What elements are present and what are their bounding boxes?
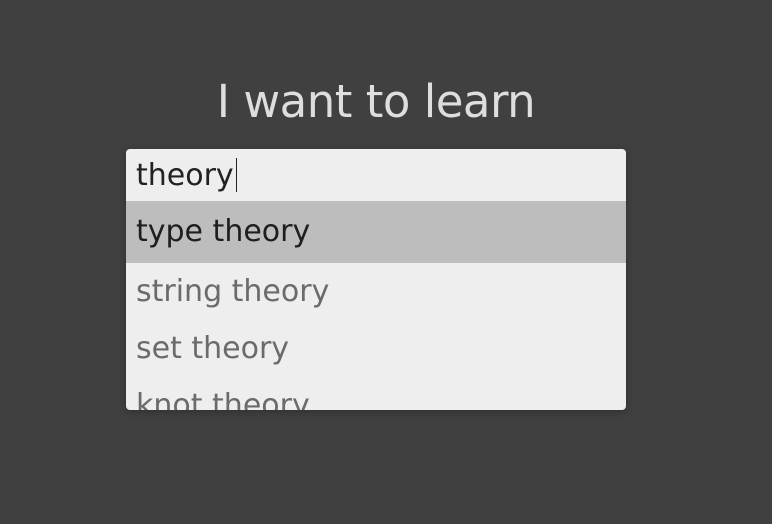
suggestion-item-set-theory[interactable]: set theory [126,320,626,377]
suggestion-item-knot-theory[interactable]: knot theory [126,377,626,410]
suggestion-list: type theory string theory set theory kno… [126,201,626,410]
suggestion-item-string-theory[interactable]: string theory [126,263,626,320]
page-title: I want to learn [216,75,536,128]
search-input-value: theory [136,157,234,193]
search-input[interactable]: theory [126,149,626,201]
autocomplete-box: theory type theory string theory set the… [126,149,626,410]
suggestion-item-type-theory[interactable]: type theory [126,201,626,263]
text-cursor [235,158,237,192]
